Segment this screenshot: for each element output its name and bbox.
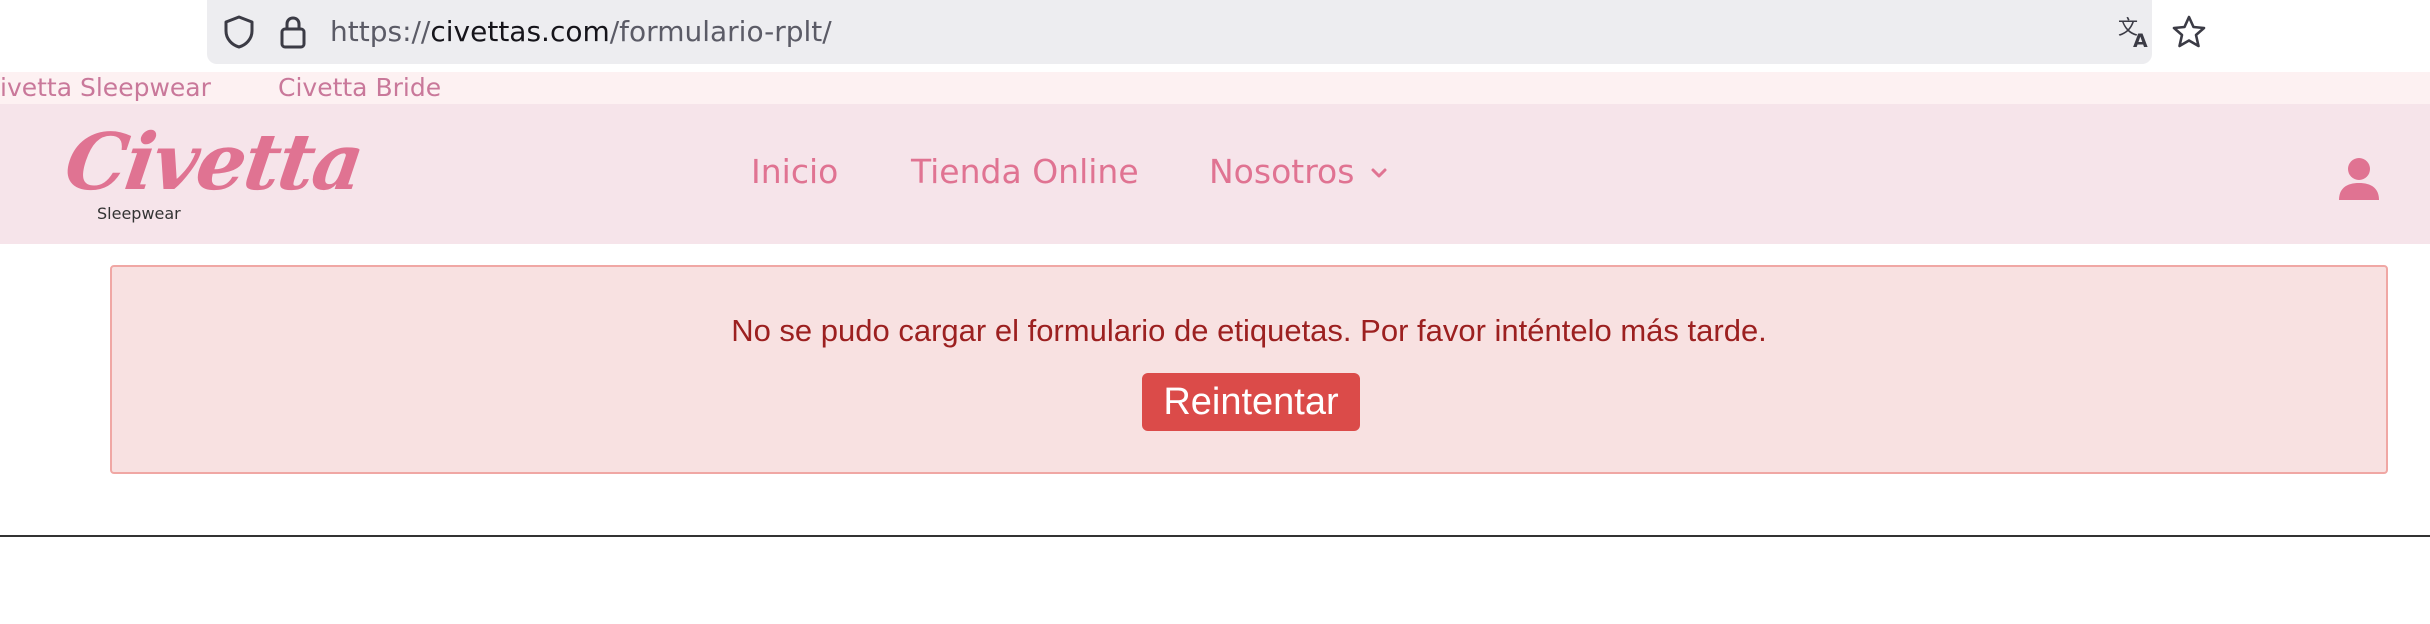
page-divider [0, 535, 2430, 537]
shield-icon[interactable] [222, 14, 256, 50]
error-alert: No se pudo cargar el formulario de etiqu… [110, 265, 2388, 474]
site-header: Civetta Sleepwear Inicio Tienda Online N… [0, 104, 2430, 244]
retry-button[interactable]: Reintentar [1142, 373, 1360, 431]
browser-toolbar: https://civettas.com/formulario-rplt/ 文 … [0, 0, 2430, 72]
lock-icon[interactable] [278, 14, 308, 50]
user-icon[interactable] [2337, 156, 2381, 202]
logo-subtitle: Sleepwear [97, 204, 181, 223]
top-links-bar: ivetta Sleepwear Civetta Bride [0, 72, 2430, 104]
svg-text:A: A [2133, 30, 2148, 50]
nav-item-nosotros[interactable]: Nosotros [1209, 150, 1354, 194]
url-host: civettas.com [430, 15, 610, 48]
error-message: No se pudo cargar el formulario de etiqu… [731, 313, 1767, 348]
url-path: /formulario-rplt/ [609, 15, 832, 48]
translate-icon[interactable]: 文 A [2117, 14, 2153, 50]
topbar-link-bride[interactable]: Civetta Bride [278, 72, 441, 104]
topbar-link-sleepwear[interactable]: ivetta Sleepwear [0, 72, 211, 104]
url-text[interactable]: https://civettas.com/formulario-rplt/ [330, 14, 832, 50]
nav-item-inicio[interactable]: Inicio [751, 150, 838, 194]
nav-item-tienda-online[interactable]: Tienda Online [911, 150, 1139, 194]
bookmark-star-icon[interactable] [2171, 14, 2207, 50]
logo-text: Civetta [59, 117, 368, 208]
chevron-down-icon[interactable] [1370, 166, 1388, 180]
